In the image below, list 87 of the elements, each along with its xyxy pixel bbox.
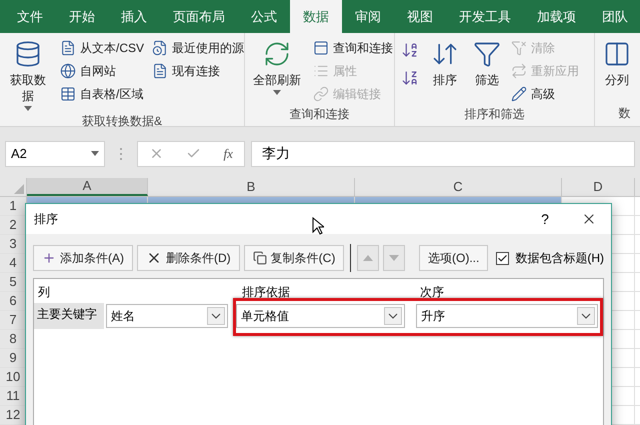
ribbon-button[interactable]: 获取数据 [4, 36, 52, 112]
column-header[interactable]: C [355, 178, 562, 196]
group-label: 查询和连接 [290, 106, 350, 123]
check-icon [497, 252, 508, 264]
ribbon-tab[interactable]: 审阅 [342, 0, 394, 33]
column-header[interactable]: B [148, 178, 355, 196]
copy-icon [252, 251, 267, 265]
chevron-icon [211, 313, 221, 319]
ribbon-button[interactable]: 排序 [427, 36, 463, 88]
ribbon-tab[interactable]: 视图 [394, 0, 446, 33]
ribbon-button[interactable]: 最近使用的源 [152, 36, 244, 59]
dialog-title: 排序 [34, 211, 58, 228]
formula-input[interactable]: 李力 [251, 140, 635, 166]
reapply-icon [511, 62, 527, 78]
select-all-icon[interactable] [14, 184, 24, 194]
columns-icon [603, 40, 631, 68]
ribbon-button[interactable]: 自网站 [60, 59, 144, 82]
row-header[interactable]: 5 [0, 273, 27, 291]
ribbon-tab[interactable]: 团队 [589, 0, 640, 33]
ribbon-tab[interactable]: 加载项 [524, 0, 589, 33]
row-header[interactable]: 7 [0, 311, 27, 329]
ribbon-tab[interactable]: 开始 [56, 0, 108, 33]
ribbon-button[interactable]: 从文本/CSV [60, 36, 144, 59]
ribbon-button[interactable]: 筛选 [469, 36, 505, 88]
grip-icon [119, 146, 123, 160]
document-clock-icon [152, 40, 168, 56]
ribbon-button[interactable]: 现有连接 [152, 59, 244, 82]
row-header[interactable]: 4 [0, 254, 27, 272]
add-sort-icon [42, 251, 56, 265]
up-triangle-icon [363, 255, 374, 261]
ribbon-tab[interactable]: 数据 [290, 0, 342, 33]
group-label: 排序和筛选 [464, 106, 524, 123]
ribbon-tab[interactable]: 文件 [4, 0, 56, 33]
row-header[interactable]: 8 [0, 330, 27, 348]
ribbon-tab[interactable]: 插入 [108, 0, 160, 33]
ribbon-tab[interactable]: 页面布局 [160, 0, 238, 33]
globe-icon [60, 62, 76, 78]
help-button[interactable]: ? [535, 208, 555, 230]
table-icon [60, 86, 76, 102]
row-header[interactable]: 9 [0, 349, 27, 367]
row-header[interactable]: 3 [0, 235, 27, 253]
ribbon-button[interactable]: 分列 [599, 36, 635, 88]
options-button[interactable]: 选项(O)... [419, 245, 488, 271]
sort-on-select[interactable]: 单元格值 [236, 304, 405, 328]
column-heading: 次序 [419, 284, 444, 301]
sort-descending-icon [401, 69, 419, 87]
ribbon-button[interactable]: 自表格/区域 [60, 82, 144, 105]
document-icon [60, 40, 76, 56]
chevron-icon [388, 313, 398, 319]
sort-ascending-icon [401, 41, 419, 59]
column-heading: 列 [37, 284, 51, 301]
column-header[interactable]: A [27, 178, 148, 196]
group-label: 获取转换数据& [82, 113, 162, 130]
caret-icon [91, 151, 99, 156]
database-icon [14, 40, 42, 68]
copy-level-button[interactable]: 复制条件(C) [244, 245, 344, 271]
ribbon-button[interactable]: 高级 [511, 82, 579, 105]
ribbon-button[interactable]: 查询和连接 [313, 36, 393, 59]
document-icon [152, 62, 168, 78]
clear-filter-icon [511, 40, 527, 56]
ribbon-tab[interactable]: 开发工具 [446, 0, 524, 33]
row-header[interactable]: 1 [0, 197, 27, 215]
row-header[interactable]: 2 [0, 216, 27, 234]
row-header[interactable]: 6 [0, 292, 27, 310]
refresh-icon [263, 40, 291, 68]
row-header[interactable]: 10 [0, 368, 27, 386]
down-triangle-icon [388, 255, 399, 261]
window-icon [313, 40, 329, 56]
group-label: 数 [618, 105, 630, 122]
row-header[interactable]: 11 [0, 387, 27, 405]
ribbon-button[interactable]: 全部刷新 [249, 36, 305, 96]
column-heading: 排序依据 [241, 284, 291, 301]
row-header[interactable]: 12 [0, 406, 27, 424]
filter-icon [473, 40, 501, 68]
ribbon-tab[interactable]: 公式 [238, 0, 290, 33]
insert-function-button[interactable]: fx [224, 144, 233, 164]
name-box[interactable]: A2 [5, 140, 105, 166]
order-select[interactable]: 升序 [416, 304, 598, 328]
chevron-icon [581, 313, 591, 319]
checkbox[interactable] [496, 252, 510, 264]
delete-level-button[interactable]: 删除条件(D) [137, 245, 240, 271]
column-header[interactable]: D [562, 178, 635, 196]
level-label: 主要关键字 [34, 303, 104, 329]
add-level-button[interactable]: 添加条件(A) [33, 245, 133, 271]
link-icon [313, 86, 329, 102]
column-select[interactable]: 姓名 [106, 304, 228, 328]
header-checkbox[interactable]: 数据包含标题(H) [496, 249, 604, 267]
